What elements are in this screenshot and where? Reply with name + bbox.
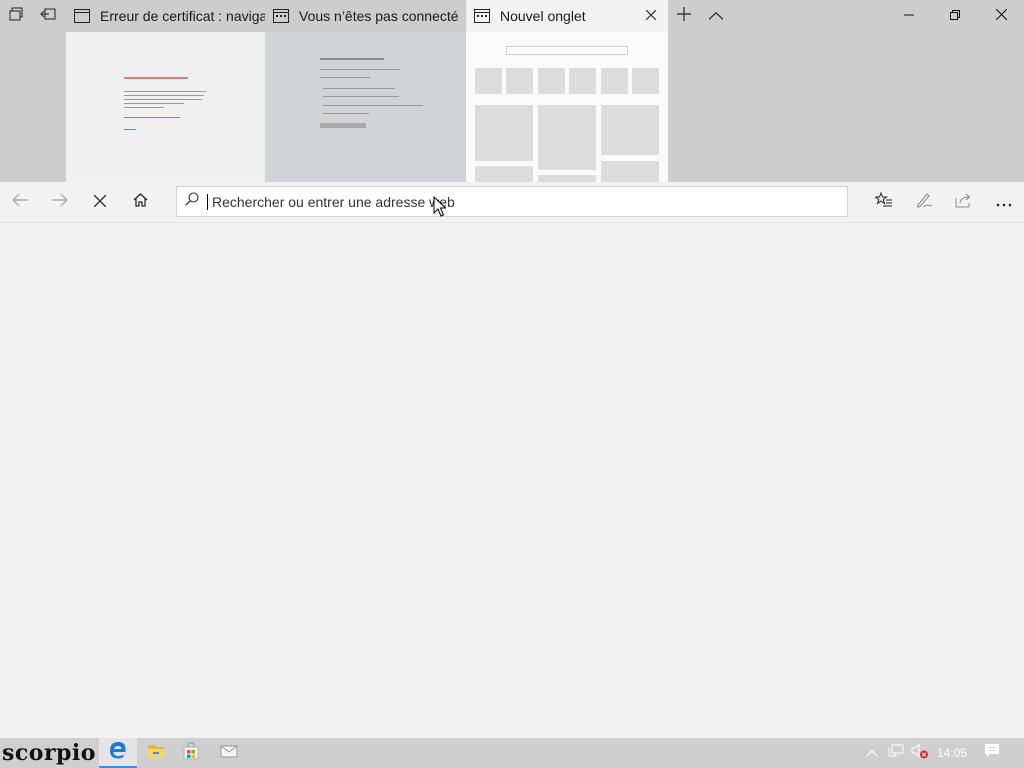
back-button[interactable] <box>0 182 40 223</box>
tab-title: Erreur de certificat : navigat <box>100 8 265 24</box>
tab-preview-thumbnail[interactable] <box>466 32 668 182</box>
taskbar-file-explorer[interactable] <box>137 738 175 768</box>
navigation-bar <box>0 182 1024 223</box>
web-note-button[interactable] <box>904 182 944 223</box>
more-icon <box>996 194 1012 212</box>
forward-button[interactable] <box>40 182 80 223</box>
network-icon <box>888 744 904 763</box>
taskbar-mail[interactable] <box>210 738 248 768</box>
tab-preview-thumbnail[interactable] <box>66 32 265 182</box>
edge-icon <box>109 741 127 764</box>
home-button[interactable] <box>120 182 160 223</box>
minimize-icon <box>904 7 914 25</box>
tab-certificate-error[interactable]: Erreur de certificat : navigat <box>66 0 265 182</box>
favorites-button[interactable] <box>864 182 904 223</box>
home-icon <box>133 193 148 212</box>
more-button[interactable] <box>984 182 1024 223</box>
tab-title: Nouvel onglet <box>500 8 586 24</box>
tab-title: Vous n’êtes pas connecté <box>299 8 459 24</box>
close-window-button[interactable] <box>978 0 1024 32</box>
restore-button[interactable] <box>932 0 978 32</box>
taskbar-edge[interactable] <box>99 738 137 768</box>
close-icon <box>645 7 657 25</box>
forward-arrow-icon <box>52 193 68 212</box>
volume-button[interactable] <box>909 738 931 768</box>
tab-page-icon <box>474 8 490 24</box>
stop-icon <box>93 194 107 212</box>
taskbar-store[interactable] <box>172 738 210 768</box>
back-arrow-icon <box>12 193 28 212</box>
mail-icon <box>220 744 238 763</box>
set-aside-icon <box>40 7 56 26</box>
plus-icon <box>677 6 691 26</box>
action-center-button[interactable] <box>978 738 1006 768</box>
chevron-up-icon <box>866 744 878 762</box>
tab-strip: Erreur de certificat : navigat Vous n’êt… <box>0 0 1024 182</box>
tab-preview-thumbnail[interactable] <box>265 32 465 182</box>
address-bar[interactable] <box>176 186 848 217</box>
restore-icon <box>950 7 960 25</box>
tab-not-connected[interactable]: Vous n’êtes pas connecté <box>265 0 465 182</box>
tab-new-tab[interactable]: Nouvel onglet <box>466 0 668 182</box>
minimize-button[interactable] <box>886 0 932 32</box>
mouse-cursor <box>433 195 447 223</box>
search-icon <box>185 192 199 211</box>
chevron-up-icon <box>708 7 724 25</box>
set-aside-tabs-button[interactable] <box>32 0 64 32</box>
tabs-aside-icon <box>9 7 23 26</box>
text-caret <box>207 193 208 210</box>
tab-page-icon <box>273 8 289 24</box>
taskbar: scorpio 14:05 <box>0 738 1024 768</box>
favorites-icon <box>874 191 893 213</box>
file-explorer-icon <box>147 743 165 764</box>
pen-icon <box>915 192 933 213</box>
close-tab-button[interactable] <box>642 7 660 25</box>
new-tab-button[interactable] <box>668 0 700 32</box>
share-button[interactable] <box>944 182 984 223</box>
stop-loading-button[interactable] <box>80 182 120 223</box>
share-icon <box>955 192 973 213</box>
start-button[interactable]: scorpio <box>0 738 96 768</box>
hide-tab-previews-button[interactable] <box>700 0 732 32</box>
show-hidden-icons-button[interactable] <box>862 738 882 768</box>
clock[interactable]: 14:05 <box>934 738 970 768</box>
network-button[interactable] <box>885 738 907 768</box>
volume-muted-icon <box>911 742 929 764</box>
page-icon <box>74 8 90 24</box>
page-content-area <box>0 223 1024 738</box>
action-center-icon <box>984 743 1000 763</box>
address-input[interactable] <box>212 193 812 210</box>
tabs-aside-button[interactable] <box>0 0 32 32</box>
store-icon <box>182 741 200 765</box>
close-icon <box>995 7 1007 25</box>
